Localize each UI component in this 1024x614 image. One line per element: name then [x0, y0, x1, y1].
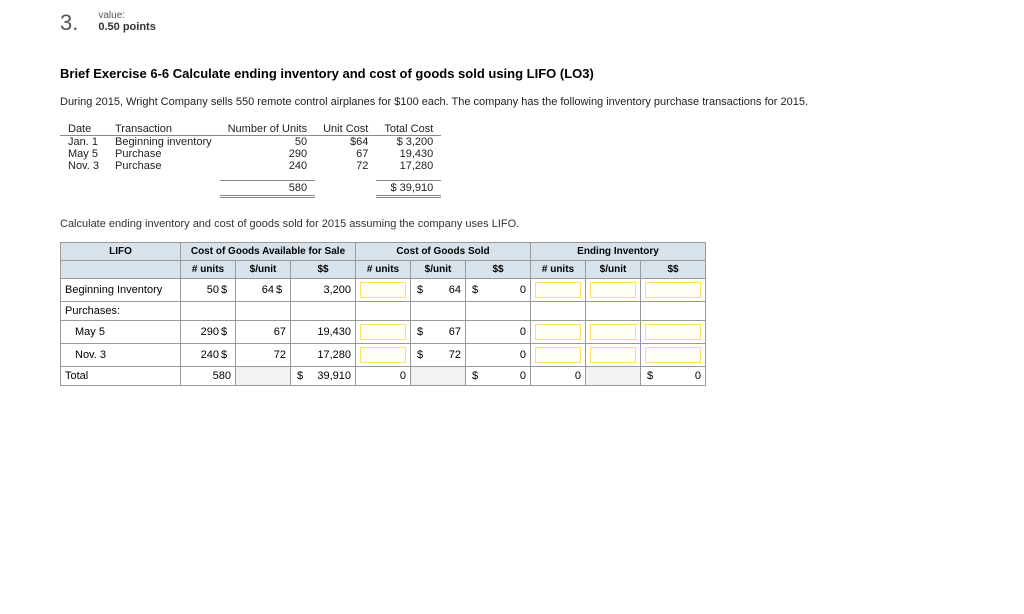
cogs-ucost: 67 — [427, 326, 461, 338]
col-units: Number of Units — [220, 123, 315, 136]
col-date: Date — [60, 123, 107, 136]
cogas-ucost: 64 — [240, 284, 274, 296]
cogs-units-input[interactable] — [360, 324, 406, 340]
cell-ucost: $64 — [315, 136, 376, 149]
total-units: 580 — [220, 181, 315, 197]
end-total-input[interactable] — [645, 347, 701, 363]
sub-units: # units — [181, 261, 236, 279]
row-nov3: Nov. 3 240$ 72 17,280 $72 0 — [61, 344, 706, 367]
sub-units: # units — [531, 261, 586, 279]
cogas-total: 39,910 — [307, 370, 351, 382]
cogas-units: 50 — [185, 284, 219, 296]
row-purchases-header: Purchases: — [61, 302, 706, 321]
cell-txn: Beginning inventory — [107, 136, 220, 149]
cell-ucost: 67 — [315, 148, 376, 160]
cogas-units: 290 — [185, 326, 219, 338]
cogs-total: 0 — [482, 370, 526, 382]
cell-txn: Purchase — [107, 148, 220, 160]
cogs-total: 0 — [466, 321, 531, 344]
cell-total: 19,430 — [376, 148, 441, 160]
value-label: value: — [98, 10, 155, 21]
row-label: Total — [61, 367, 181, 386]
row-label: Purchases: — [61, 302, 181, 321]
col-transaction: Transaction — [107, 123, 220, 136]
cogas-ucost: 72 — [236, 344, 291, 367]
inv-row: Jan. 1 Beginning inventory 50 $64 $ 3,20… — [60, 136, 441, 149]
end-ucost-input[interactable] — [590, 347, 636, 363]
row-label: Nov. 3 — [61, 344, 181, 367]
cogas-total: 17,280 — [291, 344, 356, 367]
row-total: Total 580 $39,910 0 $0 0 $0 — [61, 367, 706, 386]
end-units: 0 — [531, 367, 586, 386]
row-label: Beginning Inventory — [61, 279, 181, 302]
sub-unit-cost: $/unit — [236, 261, 291, 279]
end-units-input[interactable] — [535, 347, 581, 363]
cogs-units: 0 — [356, 367, 411, 386]
cell-units: 290 — [220, 148, 315, 160]
row-beginning-inventory: Beginning Inventory 50$ 64$ 3,200 $64 $0 — [61, 279, 706, 302]
inv-row: May 5 Purchase 290 67 19,430 — [60, 148, 441, 160]
header-ending: Ending Inventory — [531, 243, 706, 261]
exercise-title: Brief Exercise 6-6 Calculate ending inve… — [60, 66, 964, 81]
end-ucost-input[interactable] — [590, 282, 636, 298]
sub-dollars: $$ — [291, 261, 356, 279]
cogas-total: 3,200 — [291, 279, 356, 302]
sub-dollars: $$ — [641, 261, 706, 279]
cell-units: 240 — [220, 160, 315, 172]
cogs-units-input[interactable] — [360, 347, 406, 363]
cogs-total: 0 — [466, 344, 531, 367]
question-number: 3. — [60, 10, 78, 36]
instruction-text: Calculate ending inventory and cost of g… — [60, 218, 964, 230]
cogs-units-input[interactable] — [360, 282, 406, 298]
question-header: 3. value: 0.50 points — [60, 10, 964, 36]
cell-total: 17,280 — [376, 160, 441, 172]
cell-date: Jan. 1 — [60, 136, 107, 149]
inv-row: Nov. 3 Purchase 240 72 17,280 — [60, 160, 441, 172]
sub-unit-cost: $/unit — [411, 261, 466, 279]
sub-units: # units — [356, 261, 411, 279]
end-total-input[interactable] — [645, 324, 701, 340]
cogas-units: 580 — [181, 367, 236, 386]
cell-ucost: 72 — [315, 160, 376, 172]
sub-dollars: $$ — [466, 261, 531, 279]
points-value: 0.50 points — [98, 21, 155, 33]
inventory-transactions-table: Date Transaction Number of Units Unit Co… — [60, 123, 441, 198]
cogas-ucost: 67 — [236, 321, 291, 344]
end-units-input[interactable] — [535, 324, 581, 340]
end-ucost-input[interactable] — [590, 324, 636, 340]
col-total-cost: Total Cost — [376, 123, 441, 136]
end-total-input[interactable] — [645, 282, 701, 298]
header-cogs: Cost of Goods Sold — [356, 243, 531, 261]
cell-date: May 5 — [60, 148, 107, 160]
cogs-ucost: 72 — [427, 349, 461, 361]
cell-txn: Purchase — [107, 160, 220, 172]
inv-totals-row: 580 $ 39,910 — [60, 181, 441, 197]
end-units-input[interactable] — [535, 282, 581, 298]
header-cogas: Cost of Goods Available for Sale — [181, 243, 356, 261]
cell-total: $ 3,200 — [376, 136, 441, 149]
cell-date: Nov. 3 — [60, 160, 107, 172]
cogs-ucost: 64 — [427, 284, 461, 296]
cogas-units: 240 — [185, 349, 219, 361]
col-unit-cost: Unit Cost — [315, 123, 376, 136]
row-label: May 5 — [61, 321, 181, 344]
lifo-worksheet-table: LIFO Cost of Goods Available for Sale Co… — [60, 242, 706, 386]
intro-text: During 2015, Wright Company sells 550 re… — [60, 95, 964, 109]
cogs-total: 0 — [482, 284, 526, 296]
sub-unit-cost: $/unit — [586, 261, 641, 279]
cogas-total: 19,430 — [291, 321, 356, 344]
cell-units: 50 — [220, 136, 315, 149]
lifo-corner: LIFO — [61, 243, 181, 261]
total-cost: $ 39,910 — [376, 181, 441, 197]
end-total: 0 — [657, 370, 701, 382]
row-may5: May 5 290$ 67 19,430 $67 0 — [61, 321, 706, 344]
